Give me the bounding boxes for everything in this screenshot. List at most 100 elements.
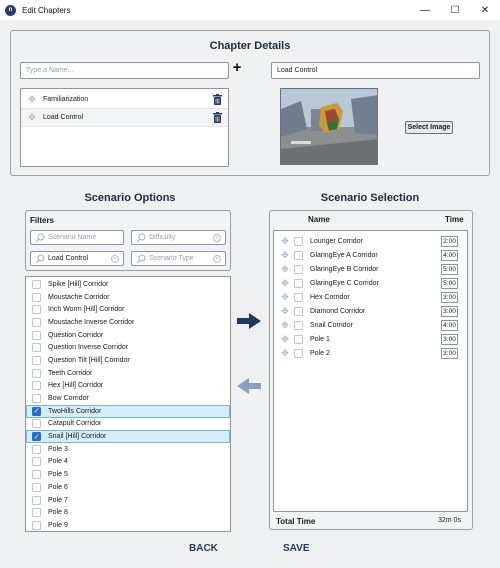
scenario-checkbox[interactable]	[32, 508, 41, 518]
clear-icon[interactable]: ✕	[213, 234, 221, 242]
scenario-time-field[interactable]: 4:00	[441, 250, 458, 261]
clear-icon[interactable]: ✕	[213, 255, 221, 263]
trash-icon[interactable]	[213, 112, 222, 123]
scenario-checkbox[interactable]	[32, 330, 41, 340]
selected-scenario-item[interactable]: ✥ Diamond Corridor 3:00	[274, 304, 467, 318]
selected-scenario-item[interactable]: ✥ Pole 2 3:00	[274, 346, 467, 360]
drag-handle-icon[interactable]: ✥	[280, 348, 290, 358]
scenario-option-item[interactable]: Bow Corridor	[26, 392, 230, 405]
selected-scenario-item[interactable]: ✥ Lounger Corridor 2:00	[274, 234, 467, 248]
select-image-button[interactable]: Select Image	[405, 121, 453, 134]
selected-scenario-item[interactable]: ✥ Pole 1 3:00	[274, 332, 467, 346]
selection-checkbox[interactable]	[294, 250, 303, 260]
scenario-option-item[interactable]: Inch Worm [Hill] Corridor	[26, 303, 230, 316]
scenario-checkbox[interactable]	[32, 470, 41, 480]
scenario-option-item[interactable]: Question Tilt [Hill] Corridor	[26, 354, 230, 367]
scenario-checkbox[interactable]: ✓	[32, 406, 41, 416]
scenario-time-field[interactable]: 3:00	[441, 306, 458, 317]
scenario-checkbox[interactable]	[32, 292, 41, 302]
drag-handle-icon[interactable]: ✥	[280, 236, 290, 246]
scenario-option-item[interactable]: Teeth Corridor	[26, 367, 230, 380]
scenario-time-field[interactable]: 3:00	[441, 348, 458, 359]
scenario-name-filter[interactable]: Scenario Name	[30, 230, 124, 245]
scenario-checkbox[interactable]	[32, 343, 41, 353]
scenario-checkbox[interactable]: ✓	[32, 432, 41, 442]
drag-handle-icon[interactable]: ✥	[27, 112, 37, 123]
chapter-list-item[interactable]: ✥ Familiarization	[21, 91, 228, 109]
scenario-checkbox[interactable]	[32, 355, 41, 365]
maximize-button[interactable]: ☐	[440, 0, 470, 20]
scenario-time-field[interactable]: 5:00	[441, 278, 458, 289]
scenario-checkbox[interactable]	[32, 444, 41, 454]
selected-scenario-item[interactable]: ✥ GlaringEye A Corridor 4:00	[274, 248, 467, 262]
save-button[interactable]: SAVE	[283, 543, 310, 554]
scenario-option-item[interactable]: Question Corridor	[26, 329, 230, 342]
selection-checkbox[interactable]	[294, 306, 303, 316]
trash-icon[interactable]	[213, 94, 222, 105]
drag-handle-icon[interactable]: ✥	[280, 306, 290, 316]
difficulty-filter[interactable]: Difficulty ✕	[131, 230, 226, 245]
scenario-option-item[interactable]: Spike [Hill] Corridor	[26, 278, 230, 291]
close-button[interactable]: ✕	[470, 0, 500, 20]
selection-checkbox[interactable]	[294, 292, 303, 302]
scenario-checkbox[interactable]	[32, 279, 41, 289]
scenario-time-field[interactable]: 5:00	[441, 264, 458, 275]
scenario-option-item[interactable]: Catapult Corridor	[26, 418, 230, 431]
scenario-time-field[interactable]: 3:00	[441, 292, 458, 303]
chapter-name-input[interactable]: Type a Name...	[20, 62, 229, 79]
drag-handle-icon[interactable]: ✥	[280, 250, 290, 260]
scenario-checkbox[interactable]	[32, 482, 41, 492]
scenario-option-item[interactable]: Moustache Inverse Corridor	[26, 316, 230, 329]
drag-handle-icon[interactable]: ✥	[280, 264, 290, 274]
scenario-option-item[interactable]: Moustache Corridor	[26, 291, 230, 304]
scenario-option-item[interactable]: Pole 9	[26, 519, 230, 531]
scenario-checkbox[interactable]	[32, 368, 41, 378]
drag-handle-icon[interactable]: ✥	[280, 334, 290, 344]
minimize-button[interactable]: —	[410, 0, 440, 20]
scenario-checkbox[interactable]	[32, 495, 41, 505]
arrow-left-icon[interactable]	[236, 377, 262, 395]
selected-scenario-item[interactable]: ✥ Snail Corridor 4:00	[274, 318, 467, 332]
selection-checkbox[interactable]	[294, 278, 303, 288]
selected-scenario-item[interactable]: ✥ Hex Corridor 3:00	[274, 290, 467, 304]
selection-checkbox[interactable]	[294, 348, 303, 358]
selected-chapter-name-field[interactable]: Load Control	[271, 62, 480, 79]
scenario-type-filter[interactable]: Scenario Type ✕	[131, 251, 226, 266]
drag-handle-icon[interactable]: ✥	[280, 320, 290, 330]
load-control-filter[interactable]: Load Control ✕	[30, 251, 124, 266]
scenario-option-item[interactable]: Pole 7	[26, 494, 230, 507]
clear-icon[interactable]: ✕	[111, 255, 119, 263]
selected-scenario-item[interactable]: ✥ GlaringEye C Corridor 5:00	[274, 276, 467, 290]
selection-checkbox[interactable]	[294, 320, 303, 330]
scenario-checkbox[interactable]	[32, 457, 41, 467]
scenario-option-item[interactable]: Pole 6	[26, 481, 230, 494]
scenario-option-item[interactable]: ✓ TwoHills Corridor	[26, 404, 230, 418]
scenario-option-item[interactable]: Pole 5	[26, 468, 230, 481]
drag-handle-icon[interactable]: ✥	[280, 292, 290, 302]
arrow-right-icon[interactable]	[236, 312, 262, 330]
scenario-checkbox[interactable]	[32, 381, 41, 391]
scenario-time-field[interactable]: 3:00	[441, 334, 458, 345]
scenario-option-item[interactable]: ✓ Snail [Hill] Corridor	[26, 430, 230, 443]
scenario-option-item[interactable]: Pole 8	[26, 506, 230, 519]
scenario-checkbox[interactable]	[32, 419, 41, 429]
scenario-time-field[interactable]: 2:00	[441, 236, 458, 247]
selection-checkbox[interactable]	[294, 334, 303, 344]
scenario-option-item[interactable]: Pole 4	[26, 456, 230, 469]
scenario-checkbox[interactable]	[32, 520, 41, 530]
selected-scenario-item[interactable]: ✥ GlaringEye B Corridor 5:00	[274, 262, 467, 276]
scenario-checkbox[interactable]	[32, 305, 41, 315]
scenario-option-item[interactable]: Pole 3	[26, 443, 230, 456]
drag-handle-icon[interactable]: ✥	[280, 278, 290, 288]
scenario-option-item[interactable]: Hex [Hill] Corridor	[26, 380, 230, 393]
selection-checkbox[interactable]	[294, 264, 303, 274]
chapter-list-item[interactable]: ✥ Load Control	[21, 109, 228, 127]
scenario-time-field[interactable]: 4:00	[441, 320, 458, 331]
scenario-option-item[interactable]: Question Inverse Corridor	[26, 341, 230, 354]
back-button[interactable]: BACK	[189, 543, 218, 554]
scenario-checkbox[interactable]	[32, 394, 41, 404]
scenario-checkbox[interactable]	[32, 317, 41, 327]
add-chapter-button[interactable]: +	[231, 59, 243, 76]
drag-handle-icon[interactable]: ✥	[27, 94, 37, 105]
selection-checkbox[interactable]	[294, 236, 303, 246]
